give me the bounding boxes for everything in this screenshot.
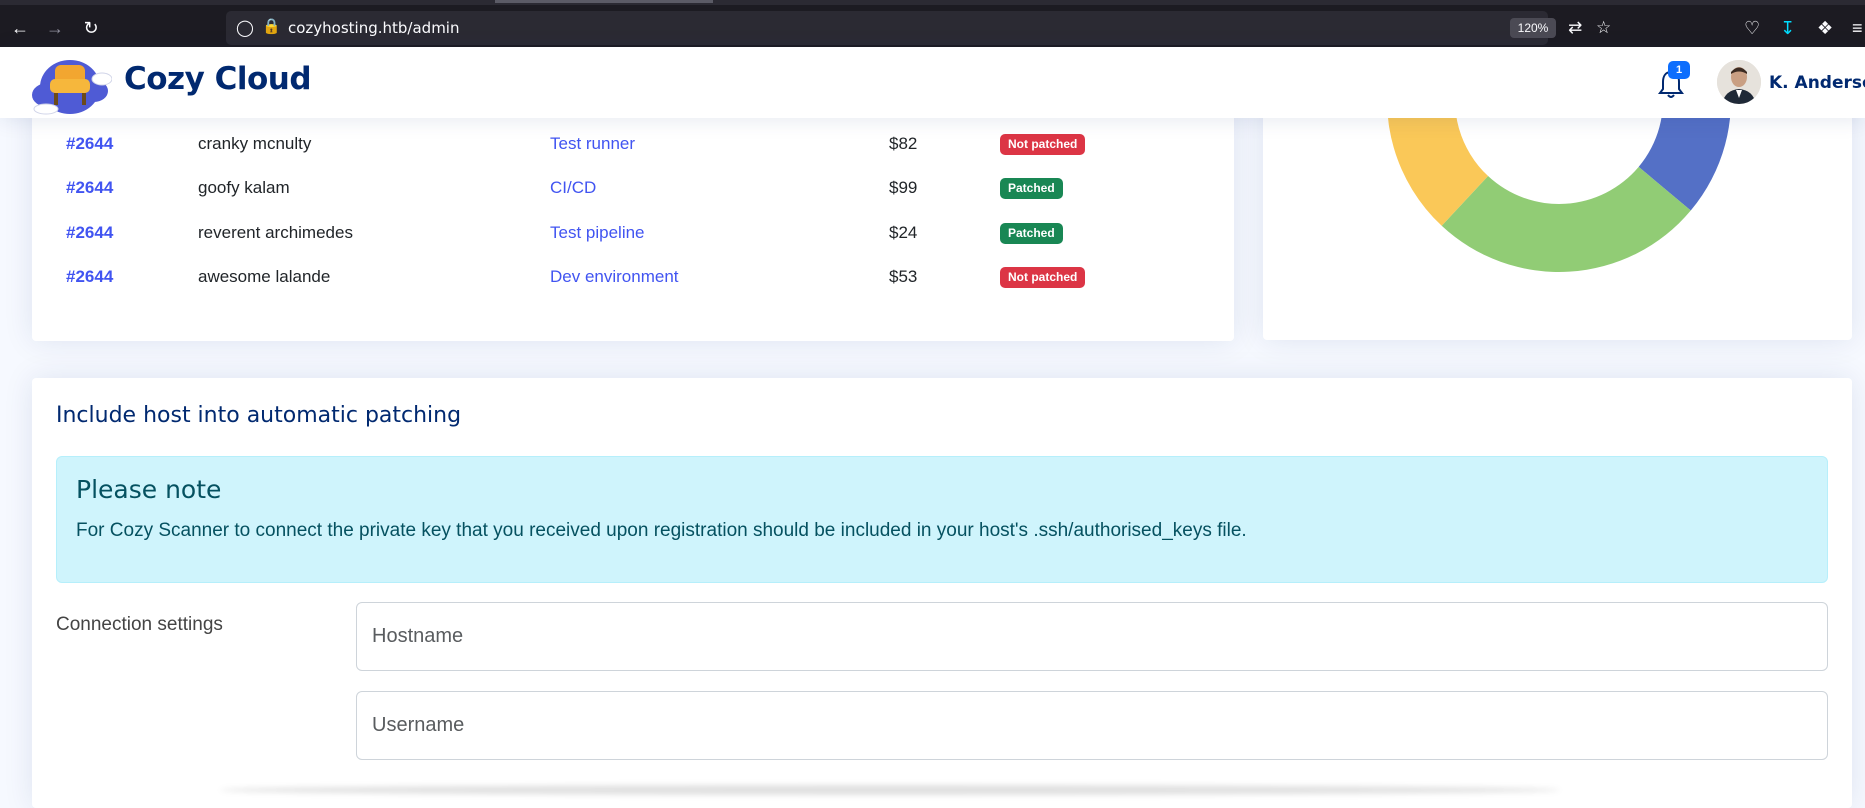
status-badge: Not patched xyxy=(1000,267,1086,288)
user-avatar[interactable] xyxy=(1717,60,1761,104)
info-alert: Please note For Cozy Scanner to connect … xyxy=(56,456,1828,583)
product-link[interactable]: Test pipeline xyxy=(550,211,645,255)
host-id-link[interactable]: #2644 xyxy=(66,122,113,166)
cozy-logo-icon[interactable] xyxy=(28,49,113,117)
pocket-icon[interactable]: ♡ xyxy=(1744,18,1760,39)
form-title: Include host into automatic patching xyxy=(56,403,462,428)
extensions-icon[interactable]: ❖ xyxy=(1817,18,1833,39)
donut-chart-card xyxy=(1263,90,1852,340)
host-id-link[interactable]: #2644 xyxy=(66,255,113,299)
address-bar[interactable]: ◯ 🔒 cozyhosting.htb/admin 120% ⇄ ☆ xyxy=(226,11,1611,45)
table-row: #2644 cranky mcnulty Test runner $82 Not pat… xyxy=(32,122,1234,166)
hostname-input[interactable] xyxy=(356,602,1828,671)
browser-toolbar: ← → ↻ ◯ 🔒 cozyhosting.htb/admin 120% ⇄ ☆… xyxy=(0,0,1865,47)
menu-icon[interactable]: ≡ xyxy=(1852,18,1863,39)
price: $24 xyxy=(889,223,918,242)
donut-chart xyxy=(1387,90,1731,272)
zoom-level[interactable]: 120% xyxy=(1510,18,1556,38)
product-link[interactable]: CI/CD xyxy=(550,166,596,210)
connection-settings-label: Connection settings xyxy=(56,614,223,635)
translate-icon[interactable]: ⇄ xyxy=(1568,18,1582,38)
host-id-link[interactable]: #2644 xyxy=(66,166,113,210)
notification-count-badge: 1 xyxy=(1668,61,1690,79)
insecure-lock-icon[interactable]: 🔒 xyxy=(262,17,281,35)
host-name: reverent archimedes xyxy=(198,223,353,242)
status-badge: Not patched xyxy=(1000,134,1086,155)
alert-text: For Cozy Scanner to connect the private … xyxy=(76,520,1247,541)
reload-icon[interactable]: ↻ xyxy=(79,16,103,40)
automatic-patching-card: Include host into automatic patching Ple… xyxy=(32,378,1852,808)
site-header: Cozy Cloud 1 K. Anderson xyxy=(0,47,1865,118)
url-text[interactable]: cozyhosting.htb/admin xyxy=(288,19,459,37)
table-row: #2644 awesome lalande Dev environment $53 No… xyxy=(32,255,1234,299)
dropdown-shadow xyxy=(220,785,1560,795)
status-badge: Patched xyxy=(1000,223,1063,244)
recent-hosts-card: #2644 cranky mcnulty Test runner $82 Not pat… xyxy=(32,90,1234,341)
alert-title: Please note xyxy=(76,475,222,504)
table-row: #2644 reverent archimedes Test pipeline $24… xyxy=(32,211,1234,255)
status-badge: Patched xyxy=(1000,178,1063,199)
host-id-link[interactable]: #2644 xyxy=(66,211,113,255)
downloads-icon[interactable]: ↧ xyxy=(1780,18,1795,39)
table-row: #2644 goofy kalam CI/CD $99 Patched xyxy=(32,166,1234,210)
user-name[interactable]: K. Anderson xyxy=(1769,73,1865,93)
price: $82 xyxy=(889,134,918,153)
host-name: goofy kalam xyxy=(198,178,290,197)
product-link[interactable]: Dev environment xyxy=(550,255,679,299)
forward-arrow-icon[interactable]: → xyxy=(43,16,67,40)
brand-name[interactable]: Cozy Cloud xyxy=(124,61,312,97)
bookmark-star-icon[interactable]: ☆ xyxy=(1596,18,1611,38)
host-name: cranky mcnulty xyxy=(198,134,312,153)
price: $99 xyxy=(889,178,918,197)
host-name: awesome lalande xyxy=(198,267,331,286)
shield-icon[interactable]: ◯ xyxy=(236,18,254,38)
back-arrow-icon[interactable]: ← xyxy=(8,16,32,40)
active-tab-indicator xyxy=(495,0,713,3)
username-input[interactable] xyxy=(356,691,1828,760)
product-link[interactable]: Test runner xyxy=(550,122,635,166)
price: $53 xyxy=(889,267,918,286)
